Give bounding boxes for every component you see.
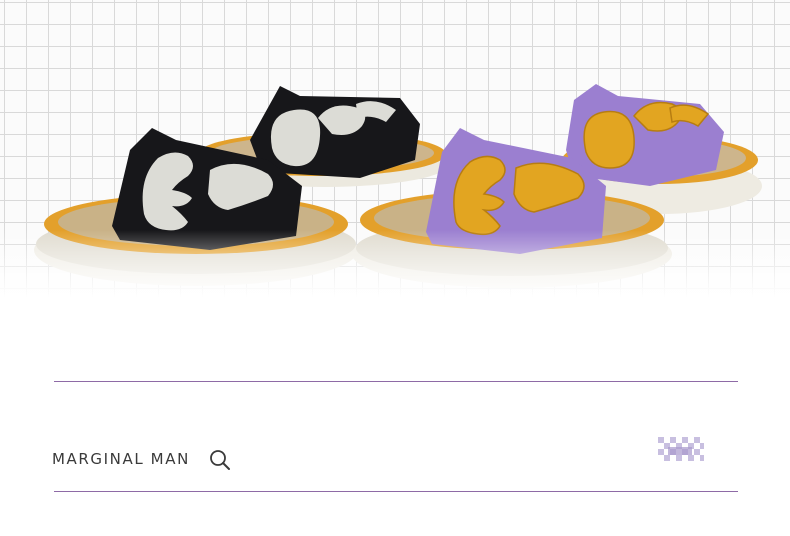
checkered-logo-icon [658, 437, 704, 461]
search-icon[interactable] [209, 449, 231, 471]
brand-name: MARGINAL MAN [52, 450, 190, 468]
divider-bottom [54, 491, 738, 492]
photo-fade [0, 230, 790, 310]
divider-top [54, 381, 738, 382]
